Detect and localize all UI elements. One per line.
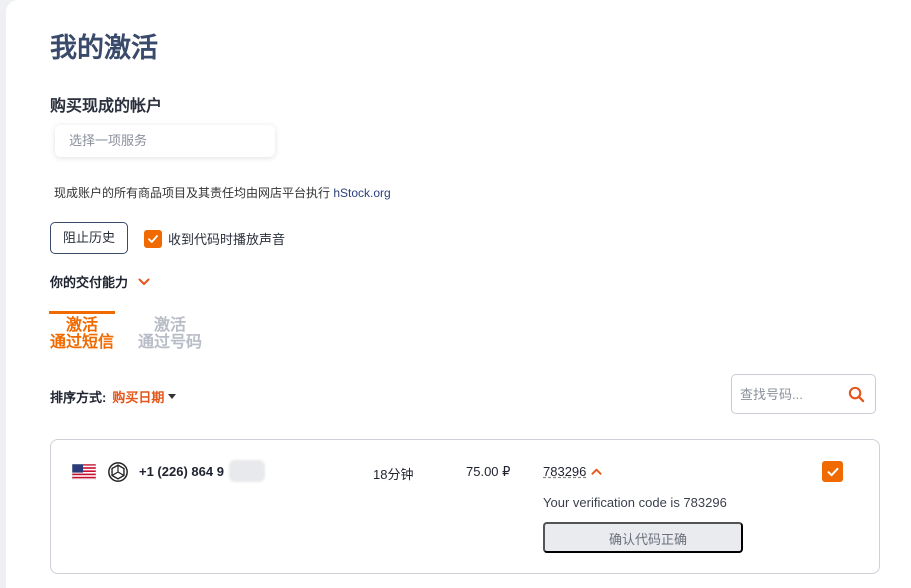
block-history-button[interactable]: 阻止历史	[50, 222, 128, 254]
delivery-capacity-toggle[interactable]: 你的交付能力	[50, 272, 150, 291]
phone-number[interactable]: +1 (226) 864 9	[139, 464, 224, 479]
activation-select-checkbox[interactable]	[822, 461, 843, 482]
tab-sms-activation[interactable]: 激活 通过短信	[49, 311, 115, 351]
search-icon[interactable]	[848, 386, 865, 403]
check-icon	[827, 467, 838, 476]
hstock-link[interactable]: hStock.org	[333, 186, 390, 200]
verification-code-toggle[interactable]: 783296	[543, 464, 602, 479]
capacity-label: 你的交付能力	[50, 275, 129, 290]
tab-sms-line1: 激活	[65, 317, 98, 334]
notice-text: 现成账户的所有商品项目及其责任均由网店平台执行 hStock.org	[54, 186, 391, 200]
sms-message: Your verification code is 783296	[543, 495, 727, 510]
sound-label: 收到代码时播放声音	[168, 232, 286, 247]
tab-number-line1: 激活	[153, 317, 186, 334]
sort-label: 排序方式:	[50, 390, 107, 405]
activation-card: +1 (226) 864 9 18分钟 75.00 ₽ 783296 Your …	[50, 439, 880, 574]
openai-icon	[108, 462, 128, 482]
chevron-down-icon	[138, 278, 150, 285]
price: 75.00 ₽	[466, 464, 511, 479]
check-icon	[148, 234, 158, 243]
sound-checkbox[interactable]	[144, 229, 162, 248]
sort-control[interactable]: 排序方式: 购买日期	[50, 387, 177, 406]
section-title: 购买现成的帐户	[50, 98, 163, 115]
tab-number-line2: 通过号码	[137, 334, 202, 351]
caret-down-icon	[168, 394, 177, 399]
page-title: 我的激活	[50, 33, 158, 63]
sound-toggle[interactable]: 收到代码时播放声音	[144, 229, 285, 248]
tab-sms-line2: 通过短信	[49, 334, 114, 351]
service-select-placeholder: 选择一项服务	[69, 133, 148, 148]
search-box	[731, 374, 876, 414]
search-input[interactable]	[740, 375, 840, 413]
chevron-up-icon	[591, 468, 602, 475]
service-select[interactable]: 选择一项服务	[55, 125, 275, 157]
remaining-time: 18分钟	[373, 467, 414, 482]
sort-value[interactable]: 购买日期	[112, 387, 164, 406]
tab-number-activation[interactable]: 激活 通过号码	[137, 314, 203, 351]
main-card: 我的激活 购买现成的帐户 选择一项服务 现成账户的所有商品项目及其责任均由网店平…	[6, 0, 911, 588]
verification-code: 783296	[543, 464, 587, 479]
phone-redaction	[229, 460, 265, 482]
us-flag-icon	[72, 464, 96, 480]
confirm-code-button[interactable]: 确认代码正确	[543, 522, 743, 553]
